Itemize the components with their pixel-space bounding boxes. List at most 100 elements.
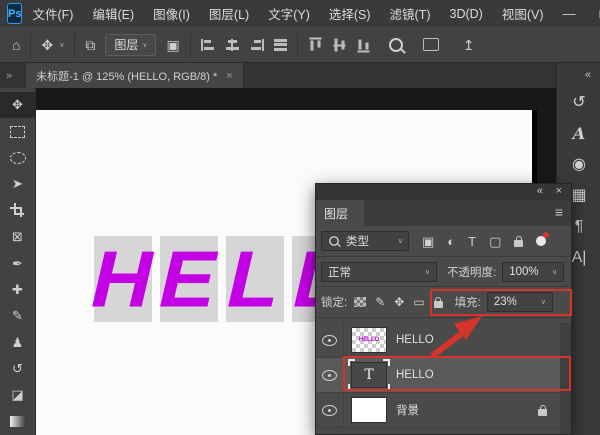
panel-menu-icon[interactable]: ≡ [555,204,563,220]
filter-toggle-icon[interactable] [536,232,550,246]
panel-collapse-icon[interactable]: « [537,185,543,197]
distribute-icon[interactable] [273,38,287,51]
align-center-vertical-icon[interactable] [333,38,346,51]
home-icon[interactable]: ⌂ [12,38,20,52]
color-panel-icon[interactable]: ◉ [572,157,586,173]
menu-image[interactable]: 图像(I) [153,4,190,23]
align-center-horizontal-icon[interactable] [225,38,239,51]
lock-image-pixels-icon[interactable]: ✎ [375,296,385,308]
visibility-cell[interactable] [316,323,344,357]
tool-eyedropper[interactable]: ✒ [0,250,36,276]
layer-row-background[interactable]: 背景 [316,393,561,428]
menu-edit[interactable]: 编辑(E) [92,4,134,23]
menu-type[interactable]: 文字(Y) [268,4,310,23]
layers-panel-tabrow: 图层 ≡ [316,200,571,226]
canvas-letter: L [219,234,291,324]
lock-position-icon[interactable]: ✥ [394,296,404,308]
background-lock-icon [538,404,547,416]
blend-mode-dropdown[interactable]: 正常 ∨ [321,261,437,282]
swatches-panel-icon[interactable]: ▦ [571,188,586,204]
layers-panel: « × 图层 ≡ 类型 ∨ ▣ ◐ T ▢ 正常 ∨ 不透明度: 100% ∨ [315,183,572,435]
layers-panel-header: « × [316,184,571,200]
tool-move[interactable]: ✥ [0,92,36,119]
tool-clone-stamp[interactable]: ♟ [0,330,36,356]
tool-spot-healing[interactable]: ✚ [0,277,36,303]
align-bottom-icon[interactable] [357,37,370,52]
visibility-cell[interactable] [316,358,344,392]
menu-layer[interactable]: 图层(L) [209,4,249,23]
tool-marquee[interactable] [0,118,36,144]
filter-shape-layers-icon[interactable]: ▢ [489,235,501,248]
letter-strip: E [151,234,228,323]
divider [189,32,191,57]
canvas-letter: E [150,234,228,324]
opacity-label: 不透明度: [447,266,497,279]
menu-filter[interactable]: 滤镜(T) [390,4,431,23]
canvas-hello-text: H E L L [82,234,357,323]
paragraph-panel-icon[interactable]: ¶ [575,219,584,235]
move-tool-icon[interactable]: ✥ [41,38,53,52]
photoshop-logo: Ps [7,3,23,24]
menu-3d[interactable]: 3D(D) [450,7,483,21]
menu-select[interactable]: 选择(S) [329,4,371,23]
tool-eraser[interactable]: ◪ [0,382,36,408]
tool-frame[interactable]: ⊠ [0,224,36,250]
filter-smart-object-icon[interactable] [514,235,524,247]
share-icon[interactable]: ↥ [463,38,475,52]
divider [74,32,76,57]
filter-type-layers-icon[interactable]: T [468,235,476,248]
tools-toolbar: ✥ ➤ ⊠ ✒ ✚ ✎ ♟ ↺ ◪ [0,88,36,435]
menu-file[interactable]: 文件(F) [32,4,73,23]
minimize-button[interactable]: — [563,7,576,20]
layer-filter-row: 类型 ∨ ▣ ◐ T ▢ [316,226,571,257]
tool-gradient[interactable] [0,409,36,435]
align-top-icon[interactable] [309,37,322,52]
gradient-icon [10,416,25,428]
zoom-icon[interactable] [388,37,403,52]
layer-thumbnail[interactable] [351,397,387,423]
tool-crop[interactable] [0,198,36,224]
tool-options-bar: ⌂ ✥ ∨ ⧉ 图层 ∨ ▣ ↥ [0,27,600,63]
auto-select-icon[interactable]: ⧉ [85,38,95,52]
chevron-down-icon[interactable]: ∨ [59,41,64,49]
panel-close-icon[interactable]: × [556,185,562,197]
divider [296,32,298,57]
tab-close-icon[interactable]: × [226,70,232,82]
show-transform-controls-icon[interactable]: ▣ [166,38,179,52]
character-panel-icon[interactable]: A| [572,250,587,266]
screen-mode-icon[interactable] [422,38,439,51]
auto-select-target-label: 图层 [114,38,139,52]
thumbnail-text: HELLO [358,337,380,343]
auto-select-target-dropdown[interactable]: 图层 ∨ [105,33,157,56]
tab-layers[interactable]: 图层 [316,200,365,226]
document-tab[interactable]: 未标题-1 @ 125% (HELLO, RGB/8) * × [26,63,244,88]
align-left-icon[interactable] [200,38,216,51]
chevron-down-icon: ∨ [424,268,430,276]
menu-view[interactable]: 视图(V) [502,4,544,23]
toolbar-overflow-icon[interactable]: » [6,70,12,82]
tool-history-brush[interactable]: ↺ [0,356,36,382]
layer-thumbnail[interactable]: HELLO [351,327,387,353]
filter-type-label: 类型 [346,236,369,248]
tool-object-selection[interactable]: ➤ [0,171,36,197]
lock-artboard-icon[interactable]: ▭ [413,296,424,308]
align-right-icon[interactable] [249,38,264,51]
tool-lasso[interactable] [0,145,36,171]
menu-bar: Ps 文件(F) 编辑(E) 图像(I) 图层(L) 文字(Y) 选择(S) 滤… [0,0,600,28]
filter-pixel-layers-icon[interactable]: ▣ [422,235,434,248]
visibility-cell[interactable] [316,393,344,427]
chevron-down-icon: ∨ [397,238,403,245]
history-panel-icon[interactable]: ↺ [572,95,585,111]
filter-adjustment-layers-icon[interactable]: ◐ [447,235,455,248]
opacity-dropdown[interactable]: 100% ∨ [502,261,565,282]
tool-brush[interactable]: ✎ [0,303,36,329]
glyphs-panel-icon[interactable]: A [573,126,585,142]
letter-strip: L [219,234,291,323]
layer-filter-type-dropdown[interactable]: 类型 ∨ [321,231,409,251]
eye-icon [322,369,337,381]
dock-collapse-icon[interactable]: « [585,69,591,81]
eye-icon [322,404,337,416]
lock-transparent-pixels-icon[interactable] [354,297,367,307]
canvas-letter: H [82,234,164,324]
lasso-icon [9,151,26,164]
